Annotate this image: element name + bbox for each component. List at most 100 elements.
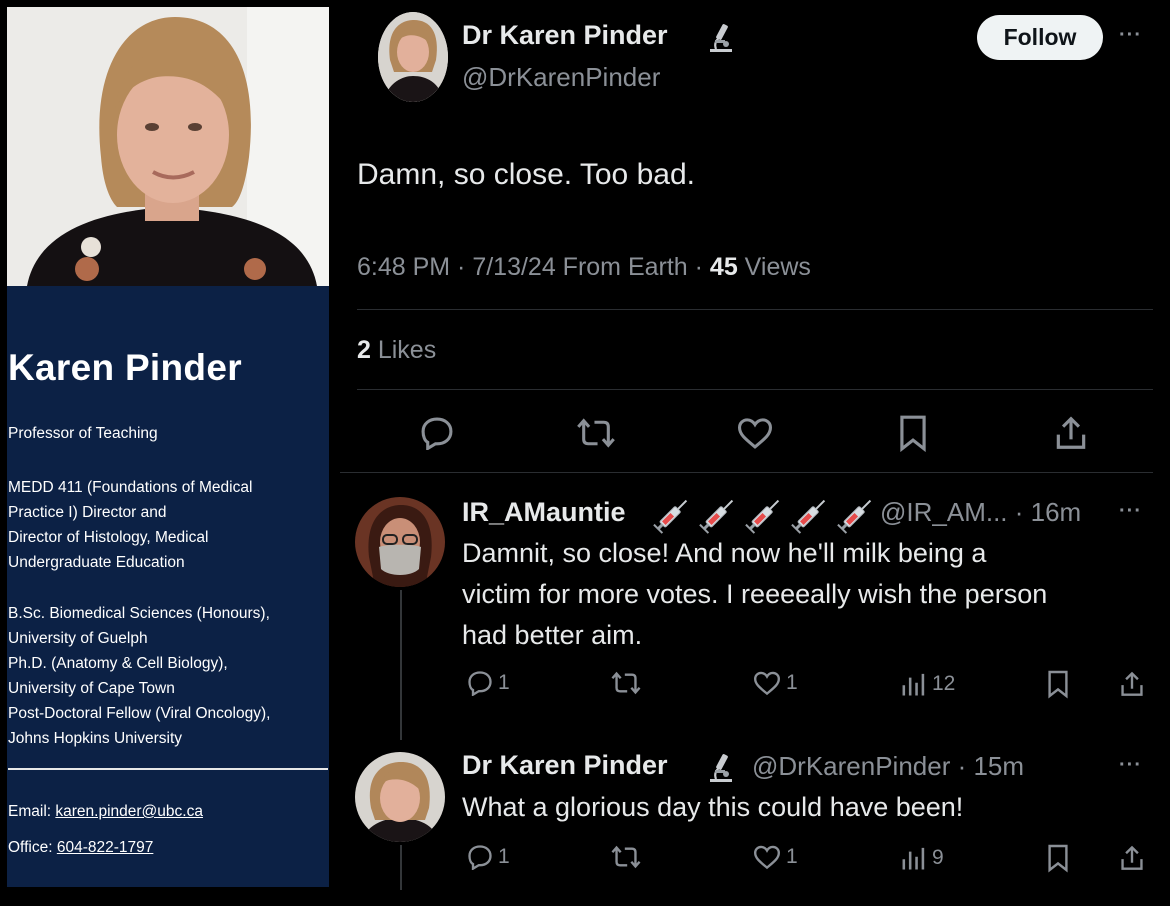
profile-photo xyxy=(7,7,329,286)
education-line: University of Cape Town xyxy=(8,680,175,697)
office-phone-link[interactable]: 604-822-1797 xyxy=(57,839,154,856)
reply-icon xyxy=(421,417,453,450)
reply-icon xyxy=(468,845,492,870)
likes-label: Likes xyxy=(370,336,437,364)
faculty-profile-card: Karen Pinder Professor of Teaching MEDD … xyxy=(7,7,329,887)
syringe-icon xyxy=(653,499,688,534)
profile-education: B.Sc. Biomedical Sciences (Honours), Uni… xyxy=(8,601,270,751)
profile-name: Karen Pinder xyxy=(8,347,242,388)
education-line: Johns Hopkins University xyxy=(8,730,183,747)
profile-role-line: Director of Histology, Medical xyxy=(8,529,209,546)
syringe-icon xyxy=(791,499,826,534)
education-line: B.Sc. Biomedical Sciences (Honours), xyxy=(8,605,270,622)
views-label: Views xyxy=(737,253,811,281)
office-label: Office: xyxy=(8,839,57,856)
like-button[interactable] xyxy=(736,416,774,450)
reply-handle-time[interactable]: @IR_AM... · 16m xyxy=(880,497,1081,528)
thread-line xyxy=(400,845,402,890)
author-handle[interactable]: @DrKarenPinder xyxy=(462,62,660,93)
tweet-timestamp[interactable]: 6:48 PM · 7/13/24 From Earth · xyxy=(357,253,710,281)
profile-office-row: Office: 604-822-1797 xyxy=(8,835,153,860)
reply-icon xyxy=(468,671,492,696)
divider xyxy=(357,309,1153,310)
microscope-icon xyxy=(706,750,736,789)
reply-handle-time[interactable]: @DrKarenPinder · 15m xyxy=(752,751,1024,782)
reply-author-avatar[interactable] xyxy=(355,497,445,587)
repost-icon xyxy=(611,671,641,695)
tweet-meta: 6:48 PM · 7/13/24 From Earth · 45 Views xyxy=(357,253,811,282)
view-count: 12 xyxy=(932,672,956,695)
syringe-emoji-row xyxy=(650,494,880,534)
reply-text-line: Damnit, so close! And now he'll milk bei… xyxy=(462,538,987,568)
tweet-text: Damn, so close. Too bad. xyxy=(357,158,695,191)
like-button[interactable]: 1 xyxy=(752,670,798,696)
syringe-icon xyxy=(745,499,780,534)
education-line: Ph.D. (Anatomy & Cell Biology), xyxy=(8,655,228,672)
share-button[interactable] xyxy=(1119,843,1145,873)
bookmark-button[interactable] xyxy=(897,414,929,452)
repost-icon xyxy=(577,418,615,448)
divider xyxy=(340,472,1153,473)
reply-count: 1 xyxy=(498,845,510,868)
bookmark-button[interactable] xyxy=(1046,843,1070,873)
bookmark-button[interactable] xyxy=(1046,669,1070,699)
view-count: 9 xyxy=(932,846,944,869)
share-button[interactable] xyxy=(1119,669,1145,699)
like-count: 1 xyxy=(786,671,798,694)
profile-title: Professor of Teaching xyxy=(8,425,158,442)
analytics-icon xyxy=(902,673,925,696)
repost-icon xyxy=(611,845,641,869)
education-line: University of Guelph xyxy=(8,630,148,647)
more-options-icon[interactable]: ··· xyxy=(1119,24,1142,47)
reply-text-line: had better aim. xyxy=(462,620,643,650)
education-line: Post-Doctoral Fellow (Viral Oncology), xyxy=(8,705,271,722)
profile-role-line: Practice I) Director and xyxy=(8,504,167,521)
bookmark-icon xyxy=(900,415,926,452)
like-count: 1 xyxy=(786,845,798,868)
syringe-icon xyxy=(699,499,734,534)
author-name[interactable]: Dr Karen Pinder xyxy=(462,20,668,51)
profile-divider xyxy=(8,768,328,770)
syringe-icon xyxy=(837,499,872,534)
profile-role-line: Undergraduate Education xyxy=(8,554,185,571)
likes-summary[interactable]: 2 Likes xyxy=(357,336,436,365)
share-icon xyxy=(1121,845,1143,870)
repost-button[interactable] xyxy=(576,416,616,450)
more-options-icon[interactable]: ··· xyxy=(1119,500,1142,523)
email-label: Email: xyxy=(8,803,56,820)
reply-button[interactable]: 1 xyxy=(466,844,510,870)
share-icon xyxy=(1121,671,1143,696)
views-count: 45 xyxy=(709,253,738,281)
heart-icon xyxy=(753,671,781,696)
thread-line xyxy=(400,590,402,740)
like-button[interactable]: 1 xyxy=(752,844,798,870)
author-avatar[interactable] xyxy=(378,12,448,102)
profile-role-line: MEDD 411 (Foundations of Medical xyxy=(8,479,253,496)
repost-button[interactable] xyxy=(610,844,642,870)
email-link[interactable]: karen.pinder@ubc.ca xyxy=(55,803,203,820)
reply-text: What a glorious day this could have been… xyxy=(462,792,964,822)
analytics-icon xyxy=(902,847,925,870)
heart-icon xyxy=(753,845,781,870)
reply-author-avatar[interactable] xyxy=(355,752,445,842)
reply-author-name[interactable]: Dr Karen Pinder xyxy=(462,750,668,781)
repost-button[interactable] xyxy=(610,670,642,696)
reply-count: 1 xyxy=(498,671,510,694)
bookmark-icon xyxy=(1048,844,1068,873)
views-button[interactable]: 9 xyxy=(900,844,944,872)
bookmark-icon xyxy=(1048,670,1068,699)
more-options-icon[interactable]: ··· xyxy=(1119,754,1142,777)
reply-button[interactable] xyxy=(418,416,456,450)
divider xyxy=(357,389,1153,390)
reply-text-line: victim for more votes. I reeeeally wish … xyxy=(462,579,1048,609)
reply-text: Damnit, so close! And now he'll milk bei… xyxy=(462,533,1152,656)
profile-roles: MEDD 411 (Foundations of Medical Practic… xyxy=(8,475,252,575)
follow-button[interactable]: Follow xyxy=(977,15,1103,60)
likes-count: 2 xyxy=(357,336,371,364)
views-button[interactable]: 12 xyxy=(900,670,955,698)
reply-button[interactable]: 1 xyxy=(466,670,510,696)
share-button[interactable] xyxy=(1053,414,1089,452)
reply-author-name[interactable]: IR_AMauntie xyxy=(462,497,626,528)
share-icon xyxy=(1056,416,1086,449)
microscope-icon xyxy=(706,20,736,59)
